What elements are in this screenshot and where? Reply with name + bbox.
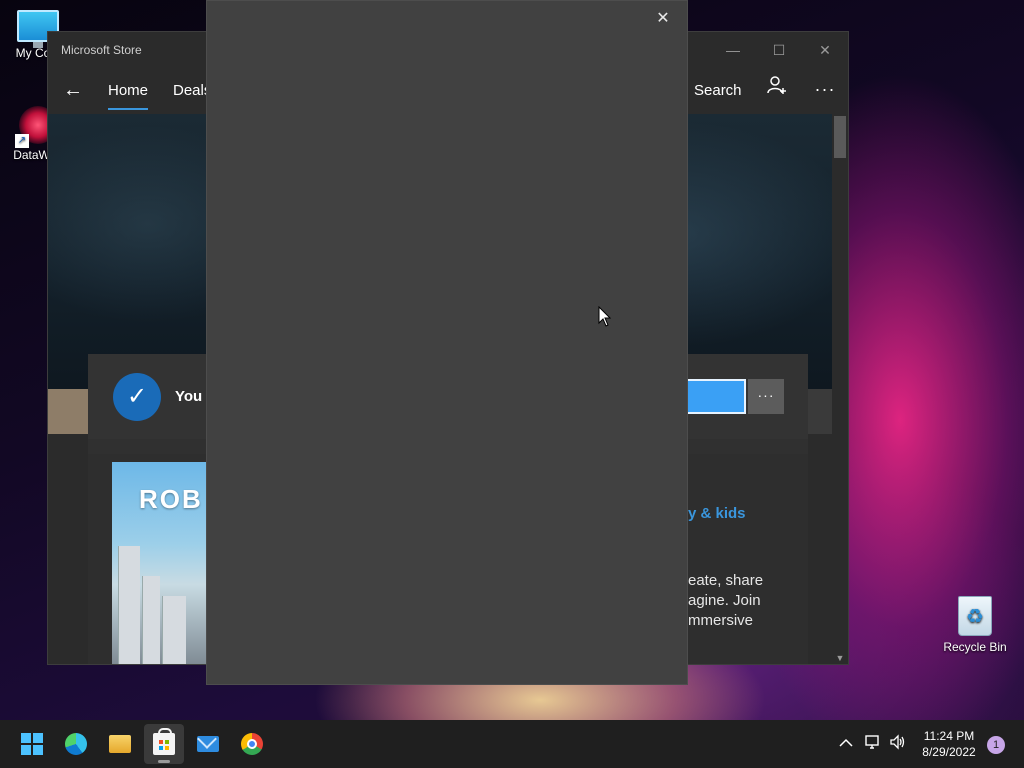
- checkmark-icon: ✓: [113, 373, 161, 421]
- file-explorer-icon: [109, 735, 131, 753]
- taskbar-app-chrome[interactable]: [232, 724, 272, 764]
- description-line: eate, share: [688, 572, 764, 589]
- category-link[interactable]: y & kids: [688, 505, 746, 522]
- edge-icon: [65, 733, 87, 755]
- blank-dialog: ✕: [206, 0, 688, 685]
- start-icon: [21, 733, 43, 755]
- volume-icon-glyph: [890, 734, 905, 750]
- minimize-button[interactable]: —: [710, 32, 756, 68]
- tile-building: [162, 596, 186, 664]
- search-button[interactable]: Search: [694, 82, 742, 99]
- chevron-up-icon: [839, 738, 853, 747]
- scroll-thumb[interactable]: [834, 116, 846, 158]
- clock-date: 8/29/2022: [922, 745, 976, 759]
- taskbar-app-file-explorer[interactable]: [100, 724, 140, 764]
- desktop-icon-label: Recycle Bin: [943, 640, 1007, 654]
- maximize-button[interactable]: ☐: [756, 32, 802, 68]
- system-clock[interactable]: 11:24 PM 8/29/2022: [914, 728, 984, 760]
- back-arrow-icon[interactable]: ←: [58, 74, 88, 106]
- tile-building: [118, 546, 140, 664]
- start-button[interactable]: [12, 724, 52, 764]
- recycle-bin-icon: ♻: [958, 596, 992, 636]
- taskbar-app-edge[interactable]: [56, 724, 96, 764]
- description-line: mmersive: [688, 612, 754, 629]
- scroll-down-icon[interactable]: ▼: [832, 650, 848, 664]
- person-add-icon-glyph: [767, 76, 786, 94]
- person-add-icon[interactable]: [762, 74, 792, 106]
- tile-building: [142, 576, 160, 664]
- product-more-button[interactable]: ···: [748, 379, 784, 414]
- microsoft-store-icon: [153, 728, 175, 755]
- notification-badge[interactable]: 1: [987, 736, 1005, 754]
- window-title: Microsoft Store: [61, 43, 142, 57]
- clock-time: 11:24 PM: [923, 729, 975, 743]
- close-icon[interactable]: ✕: [651, 7, 675, 31]
- mail-icon: [197, 736, 219, 752]
- primary-action-button[interactable]: [682, 379, 746, 414]
- close-button[interactable]: ✕: [802, 32, 848, 68]
- tab-home[interactable]: Home: [108, 82, 149, 110]
- network-icon-glyph: [865, 735, 879, 749]
- more-options-button[interactable]: ···: [810, 74, 840, 106]
- app-tile-title: ROB: [139, 484, 203, 514]
- description-line: agine. Join: [688, 592, 761, 609]
- taskbar-app-mail[interactable]: [188, 724, 228, 764]
- chrome-icon: [241, 733, 263, 755]
- network-icon[interactable]: [863, 734, 883, 754]
- taskbar-app-microsoft-store[interactable]: [144, 724, 184, 764]
- mouse-pointer-icon: [598, 306, 612, 327]
- vertical-scrollbar[interactable]: ▼: [832, 114, 848, 664]
- app-description: eate, share agine. Join mmersive: [688, 571, 808, 631]
- desktop-icon-recycle-bin[interactable]: ♻ Recycle Bin: [937, 596, 1013, 654]
- volume-icon[interactable]: [888, 734, 908, 754]
- window-controls: — ☐ ✕: [710, 32, 848, 68]
- show-hidden-icons-chevron-icon[interactable]: [836, 734, 856, 754]
